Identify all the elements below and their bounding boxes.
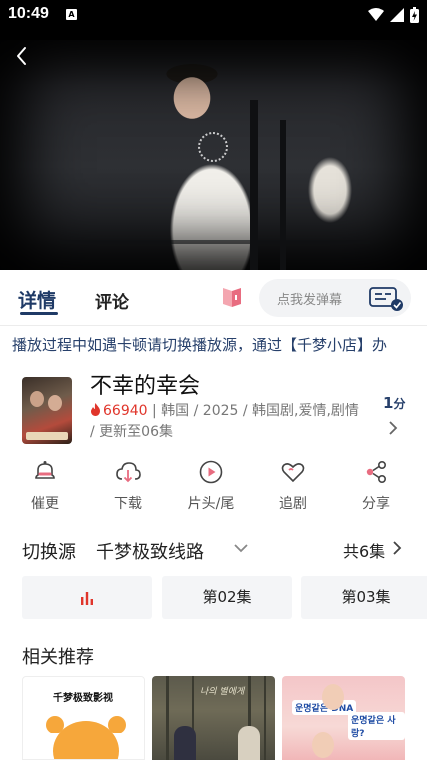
episode-total[interactable]: 共6集	[343, 538, 385, 562]
danmu-placeholder: 点我发弹幕	[277, 293, 343, 308]
wifi-icon	[368, 8, 384, 21]
back-arrow-icon[interactable]	[10, 44, 34, 68]
notice-marquee: 播放过程中如遇卡顿请切换播放源，通过【千梦小店】办	[12, 336, 388, 354]
book-icon[interactable]	[220, 285, 244, 309]
recommend-card[interactable]: 나의 별에게	[152, 676, 275, 760]
bell-icon	[35, 461, 55, 479]
drama-meta: 66940 | 韩国 / 2025 / 韩国剧,爱情,剧情 / 更新至06集	[90, 401, 360, 443]
tab-detail[interactable]: 详情	[18, 286, 56, 313]
battery-icon	[410, 7, 419, 23]
episode-list: 第02集 第03集	[22, 576, 427, 620]
action-label: 追剧	[279, 496, 307, 512]
heat-value: 66940	[103, 403, 148, 419]
play-circle-icon	[199, 460, 223, 484]
action-label: 下载	[114, 496, 142, 512]
drama-poster[interactable]	[22, 377, 72, 444]
chevron-down-icon[interactable]	[233, 541, 249, 555]
action-label: 片头/尾	[187, 496, 235, 512]
download-button[interactable]: 下载	[93, 455, 163, 513]
recommend-card[interactable]: 운명같은 DNA 운명같은 사랑?	[282, 676, 405, 760]
danmu-settings-icon[interactable]	[368, 284, 404, 312]
cloud-download-icon	[116, 462, 141, 483]
source-selector[interactable]: 千梦极致线路	[96, 538, 204, 564]
score-badge[interactable]: 1分	[383, 394, 405, 412]
recommend-card-caption: 운명같은 사랑?	[348, 712, 405, 740]
episode-item[interactable]: 第03集	[301, 576, 427, 619]
action-row: 催更 下载 片头/尾 追剧 分享	[0, 455, 427, 519]
heart-icon	[281, 463, 305, 483]
recommend-card-caption: 千梦极致影视	[53, 693, 113, 704]
recommend-card[interactable]: 千梦极致影视	[22, 676, 145, 760]
share-icon	[366, 460, 387, 483]
intro-outro-button[interactable]: 片头/尾	[176, 455, 246, 513]
switch-source-label: 切换源	[22, 542, 76, 563]
recommend-title: 相关推荐	[22, 647, 94, 668]
sim-icon: A	[66, 9, 77, 20]
actor-face	[322, 684, 344, 710]
recommend-card-caption: 나의 별에게	[200, 687, 245, 697]
video-player[interactable]	[0, 0, 427, 270]
action-label: 分享	[362, 496, 390, 512]
episode-item[interactable]: 第02集	[162, 576, 292, 619]
actor-face	[312, 732, 334, 758]
active-tab-indicator	[20, 312, 58, 315]
video-focus-indicator	[198, 132, 228, 162]
tab-comments[interactable]: 评论	[95, 288, 129, 313]
chevron-right-icon[interactable]	[386, 420, 400, 436]
chevron-right-icon[interactable]	[390, 540, 404, 556]
meta-separator: |	[152, 403, 162, 419]
follow-button[interactable]: 追剧	[258, 455, 328, 513]
heat-count: 66940	[90, 403, 152, 419]
status-bar: 10:49 A	[0, 0, 427, 30]
action-label: 催更	[31, 496, 59, 512]
remind-button[interactable]: 催更	[10, 455, 80, 513]
score-value: 1	[383, 394, 394, 412]
drama-title: 不幸的幸会	[90, 374, 201, 399]
flame-icon	[91, 403, 100, 416]
score-unit: 分	[393, 397, 406, 411]
episode-playing[interactable]	[22, 576, 152, 619]
share-button[interactable]: 分享	[341, 455, 411, 513]
signal-icon	[390, 8, 404, 22]
playing-bars-icon	[81, 591, 93, 605]
status-time: 10:49	[8, 5, 49, 22]
